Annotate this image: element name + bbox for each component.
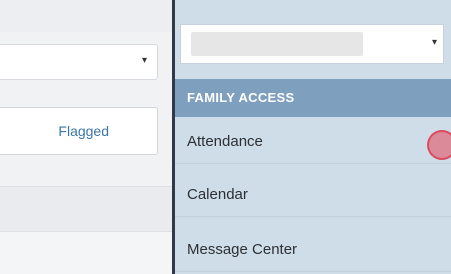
menu-item-attendance[interactable]: Attendance [175,120,451,164]
redacted-selection-value [191,32,363,56]
chevron-down-icon: ▾ [431,37,437,48]
flagged-button-label: Flagged [58,123,109,139]
left-pane: ▾ Flagged [0,0,172,274]
section-header-family-access: FAMILY ACCESS [175,79,451,117]
click-indicator [427,130,451,160]
nav-menu-panel: ▾ FAMILY ACCESS Attendance Calendar Mess… [175,0,451,274]
left-list-row [0,186,172,232]
menu-item-label: Message Center [187,241,298,258]
left-dropdown-select[interactable]: ▾ [0,44,158,80]
chevron-down-icon: ▾ [141,55,147,66]
menu-item-calendar[interactable]: Calendar [175,173,451,217]
menu-item-message-center[interactable]: Message Center [175,228,451,272]
menu-item-label: Attendance [187,133,263,150]
student-select-dropdown[interactable]: ▾ [180,24,444,64]
left-list-row [0,232,172,274]
left-topbar [0,0,172,32]
app-window: ▾ Flagged ▾ FAMILY ACCESS Attendance Cal… [0,0,451,274]
menu-item-label: Calendar [187,186,248,203]
flagged-button[interactable]: Flagged [0,107,158,155]
